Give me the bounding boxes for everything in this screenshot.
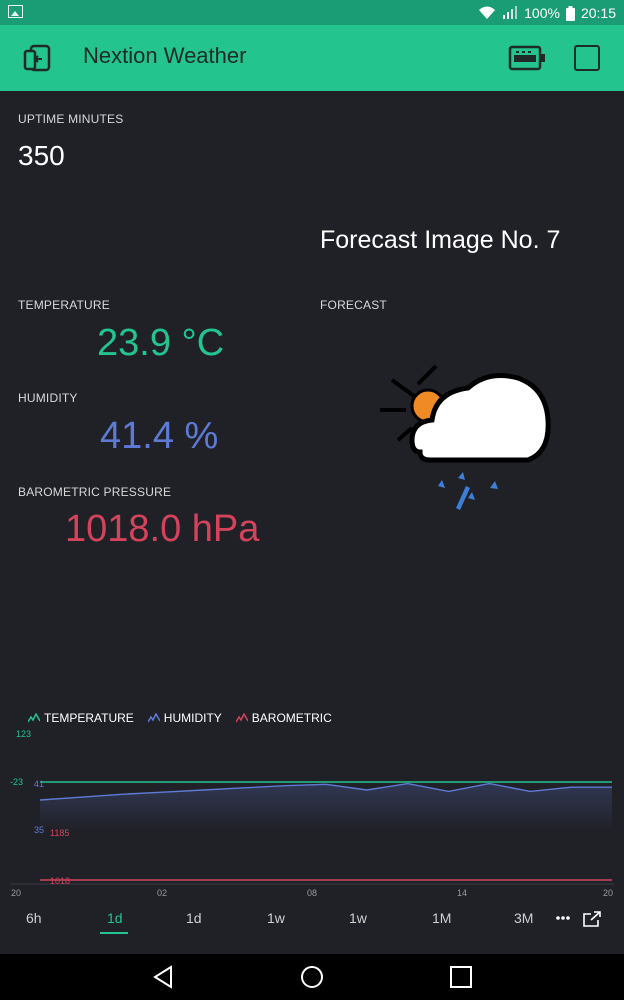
x-tick-label: 02 <box>157 888 167 898</box>
forecast-caption: Forecast Image No. 7 <box>320 226 561 254</box>
battery-icon <box>565 5 575 21</box>
y-tick-label-humidity: 41 <box>34 779 44 789</box>
x-tick-label: 14 <box>457 888 467 898</box>
partly-cloudy-rain-icon <box>380 364 551 510</box>
range-1d[interactable]: 1d <box>186 910 202 926</box>
gallery-icon <box>8 5 23 18</box>
active-range-indicator <box>100 932 128 934</box>
fullscreen-icon[interactable] <box>583 911 601 927</box>
recents-icon[interactable] <box>450 966 472 988</box>
trend-icon <box>28 713 40 723</box>
more-icon[interactable] <box>556 916 570 920</box>
status-bar: 100% 20:15 <box>0 0 624 25</box>
exit-app-icon[interactable] <box>22 44 52 74</box>
navigation-bar <box>0 954 624 1000</box>
status-icons: 100% 20:15 <box>478 3 616 23</box>
forecast-label: FORECAST <box>320 298 387 312</box>
humidity-label: HUMIDITY <box>18 391 78 405</box>
y-tick-label-barometric: 1018 <box>50 876 70 886</box>
pressure-label: BAROMETRIC PRESSURE <box>18 485 172 499</box>
uptime-value: 350 <box>18 140 65 171</box>
range-3M[interactable]: 3M <box>514 910 533 926</box>
home-icon[interactable] <box>300 965 324 989</box>
x-tick-label: 20 <box>603 888 613 898</box>
range-1w[interactable]: 1w <box>349 910 367 926</box>
temperature-value: 23.9 °C <box>97 322 225 364</box>
y-tick-label-humidity-min: 35 <box>34 825 44 835</box>
battery-percent: 100% <box>524 5 560 21</box>
legend-temperature-label: TEMPERATURE <box>44 711 134 725</box>
back-icon[interactable] <box>152 965 174 989</box>
device-status-icon[interactable] <box>508 45 546 71</box>
time-range-bar: 6h 1d 1d 1w 1w 1M 3M <box>0 906 624 936</box>
range-1w[interactable]: 1w <box>267 910 285 926</box>
stop-button[interactable] <box>574 45 600 71</box>
pressure-value: 1018.0 hPa <box>65 508 260 550</box>
range-1M[interactable]: 1M <box>432 910 451 926</box>
app-bar: Nextion Weather <box>0 25 624 91</box>
y-tick-label-barometric-max: 1185 <box>50 828 69 838</box>
y-tick-label-temperature: -23 <box>10 777 23 787</box>
legend-temperature[interactable]: TEMPERATURE <box>28 711 134 725</box>
trend-icon <box>147 713 160 723</box>
legend-barometric-label: BAROMETRIC <box>251 711 332 725</box>
chart-legend: TEMPERATURE HUMIDITY BAROMETRIC <box>28 710 332 726</box>
legend-humidity[interactable]: HUMIDITY <box>147 711 222 725</box>
y-tick-label-temperature-max: 123 <box>16 729 31 739</box>
wifi-icon <box>479 6 496 19</box>
range-1d[interactable]: 1d <box>107 910 123 926</box>
uptime-label: UPTIME MINUTES <box>18 112 124 126</box>
legend-barometric[interactable]: BAROMETRIC <box>235 711 332 725</box>
app-title: Nextion Weather <box>83 43 247 68</box>
clock: 20:15 <box>580 5 616 21</box>
legend-humidity-label: HUMIDITY <box>163 711 222 725</box>
temperature-label: TEMPERATURE <box>18 298 110 312</box>
signal-icon <box>503 6 518 19</box>
humidity-value: 41.4 % <box>100 415 219 457</box>
superchart[interactable]: 123 -23 41 35 1185 1018 20 02 08 14 20 <box>0 726 624 902</box>
range-6h[interactable]: 6h <box>26 910 42 926</box>
x-tick-label: 08 <box>307 888 317 898</box>
x-tick-label: 20 <box>11 888 21 898</box>
trend-icon <box>235 713 248 723</box>
